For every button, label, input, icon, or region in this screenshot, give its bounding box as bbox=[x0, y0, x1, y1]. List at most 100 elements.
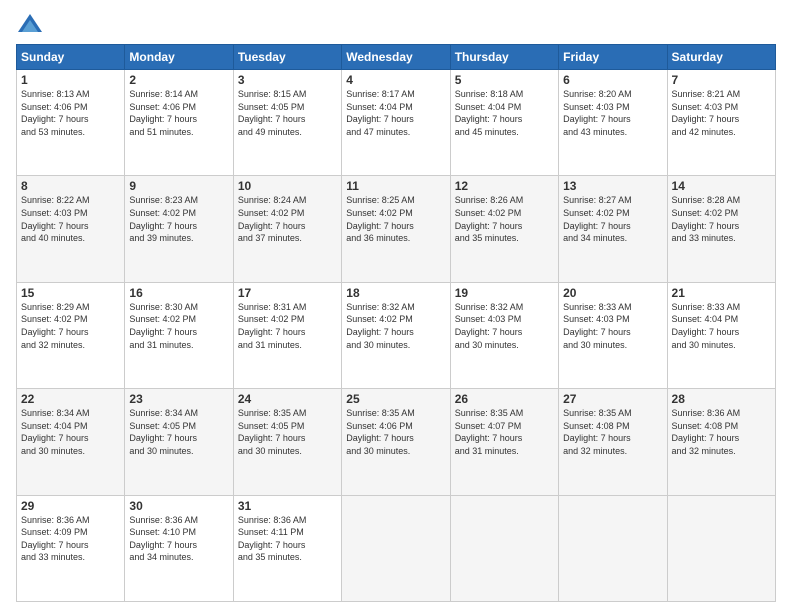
logo-icon bbox=[16, 12, 44, 36]
calendar-day-4: 4Sunrise: 8:17 AMSunset: 4:04 PMDaylight… bbox=[342, 70, 450, 176]
day-info-27: Sunrise: 8:35 AMSunset: 4:08 PMDaylight:… bbox=[563, 407, 662, 457]
calendar-day-21: 21Sunrise: 8:33 AMSunset: 4:04 PMDayligh… bbox=[667, 282, 775, 388]
day-info-10: Sunrise: 8:24 AMSunset: 4:02 PMDaylight:… bbox=[238, 194, 337, 244]
day-number-16: 16 bbox=[129, 286, 228, 300]
day-number-1: 1 bbox=[21, 73, 120, 87]
day-info-5: Sunrise: 8:18 AMSunset: 4:04 PMDaylight:… bbox=[455, 88, 554, 138]
calendar-week-3: 15Sunrise: 8:29 AMSunset: 4:02 PMDayligh… bbox=[17, 282, 776, 388]
calendar-day-17: 17Sunrise: 8:31 AMSunset: 4:02 PMDayligh… bbox=[233, 282, 341, 388]
calendar-day-14: 14Sunrise: 8:28 AMSunset: 4:02 PMDayligh… bbox=[667, 176, 775, 282]
day-number-6: 6 bbox=[563, 73, 662, 87]
day-number-5: 5 bbox=[455, 73, 554, 87]
day-info-2: Sunrise: 8:14 AMSunset: 4:06 PMDaylight:… bbox=[129, 88, 228, 138]
day-info-19: Sunrise: 8:32 AMSunset: 4:03 PMDaylight:… bbox=[455, 301, 554, 351]
empty-cell bbox=[559, 495, 667, 601]
day-number-22: 22 bbox=[21, 392, 120, 406]
day-number-12: 12 bbox=[455, 179, 554, 193]
calendar-table: SundayMondayTuesdayWednesdayThursdayFrid… bbox=[16, 44, 776, 602]
calendar-day-24: 24Sunrise: 8:35 AMSunset: 4:05 PMDayligh… bbox=[233, 389, 341, 495]
header bbox=[16, 12, 776, 36]
calendar-week-2: 8Sunrise: 8:22 AMSunset: 4:03 PMDaylight… bbox=[17, 176, 776, 282]
calendar-day-5: 5Sunrise: 8:18 AMSunset: 4:04 PMDaylight… bbox=[450, 70, 558, 176]
calendar-day-18: 18Sunrise: 8:32 AMSunset: 4:02 PMDayligh… bbox=[342, 282, 450, 388]
calendar-day-11: 11Sunrise: 8:25 AMSunset: 4:02 PMDayligh… bbox=[342, 176, 450, 282]
calendar-day-9: 9Sunrise: 8:23 AMSunset: 4:02 PMDaylight… bbox=[125, 176, 233, 282]
calendar-day-20: 20Sunrise: 8:33 AMSunset: 4:03 PMDayligh… bbox=[559, 282, 667, 388]
calendar-day-29: 29Sunrise: 8:36 AMSunset: 4:09 PMDayligh… bbox=[17, 495, 125, 601]
day-info-1: Sunrise: 8:13 AMSunset: 4:06 PMDaylight:… bbox=[21, 88, 120, 138]
day-number-19: 19 bbox=[455, 286, 554, 300]
calendar-day-16: 16Sunrise: 8:30 AMSunset: 4:02 PMDayligh… bbox=[125, 282, 233, 388]
day-number-23: 23 bbox=[129, 392, 228, 406]
day-number-10: 10 bbox=[238, 179, 337, 193]
calendar-week-5: 29Sunrise: 8:36 AMSunset: 4:09 PMDayligh… bbox=[17, 495, 776, 601]
weekday-header-friday: Friday bbox=[559, 45, 667, 70]
calendar-header-row: SundayMondayTuesdayWednesdayThursdayFrid… bbox=[17, 45, 776, 70]
day-info-9: Sunrise: 8:23 AMSunset: 4:02 PMDaylight:… bbox=[129, 194, 228, 244]
day-number-3: 3 bbox=[238, 73, 337, 87]
day-number-29: 29 bbox=[21, 499, 120, 513]
empty-cell bbox=[342, 495, 450, 601]
calendar-day-15: 15Sunrise: 8:29 AMSunset: 4:02 PMDayligh… bbox=[17, 282, 125, 388]
calendar-day-22: 22Sunrise: 8:34 AMSunset: 4:04 PMDayligh… bbox=[17, 389, 125, 495]
weekday-header-sunday: Sunday bbox=[17, 45, 125, 70]
day-info-16: Sunrise: 8:30 AMSunset: 4:02 PMDaylight:… bbox=[129, 301, 228, 351]
weekday-header-thursday: Thursday bbox=[450, 45, 558, 70]
day-number-15: 15 bbox=[21, 286, 120, 300]
day-number-9: 9 bbox=[129, 179, 228, 193]
day-number-31: 31 bbox=[238, 499, 337, 513]
day-info-22: Sunrise: 8:34 AMSunset: 4:04 PMDaylight:… bbox=[21, 407, 120, 457]
day-info-6: Sunrise: 8:20 AMSunset: 4:03 PMDaylight:… bbox=[563, 88, 662, 138]
calendar-day-8: 8Sunrise: 8:22 AMSunset: 4:03 PMDaylight… bbox=[17, 176, 125, 282]
day-number-21: 21 bbox=[672, 286, 771, 300]
day-info-15: Sunrise: 8:29 AMSunset: 4:02 PMDaylight:… bbox=[21, 301, 120, 351]
calendar-week-4: 22Sunrise: 8:34 AMSunset: 4:04 PMDayligh… bbox=[17, 389, 776, 495]
day-info-11: Sunrise: 8:25 AMSunset: 4:02 PMDaylight:… bbox=[346, 194, 445, 244]
day-number-24: 24 bbox=[238, 392, 337, 406]
calendar-day-28: 28Sunrise: 8:36 AMSunset: 4:08 PMDayligh… bbox=[667, 389, 775, 495]
day-info-18: Sunrise: 8:32 AMSunset: 4:02 PMDaylight:… bbox=[346, 301, 445, 351]
day-number-25: 25 bbox=[346, 392, 445, 406]
calendar-day-31: 31Sunrise: 8:36 AMSunset: 4:11 PMDayligh… bbox=[233, 495, 341, 601]
day-number-18: 18 bbox=[346, 286, 445, 300]
weekday-header-tuesday: Tuesday bbox=[233, 45, 341, 70]
calendar-day-26: 26Sunrise: 8:35 AMSunset: 4:07 PMDayligh… bbox=[450, 389, 558, 495]
day-number-11: 11 bbox=[346, 179, 445, 193]
calendar-day-27: 27Sunrise: 8:35 AMSunset: 4:08 PMDayligh… bbox=[559, 389, 667, 495]
weekday-header-monday: Monday bbox=[125, 45, 233, 70]
day-number-20: 20 bbox=[563, 286, 662, 300]
calendar-day-1: 1Sunrise: 8:13 AMSunset: 4:06 PMDaylight… bbox=[17, 70, 125, 176]
day-number-26: 26 bbox=[455, 392, 554, 406]
day-number-2: 2 bbox=[129, 73, 228, 87]
day-info-28: Sunrise: 8:36 AMSunset: 4:08 PMDaylight:… bbox=[672, 407, 771, 457]
calendar-day-7: 7Sunrise: 8:21 AMSunset: 4:03 PMDaylight… bbox=[667, 70, 775, 176]
empty-cell bbox=[667, 495, 775, 601]
day-number-8: 8 bbox=[21, 179, 120, 193]
day-info-3: Sunrise: 8:15 AMSunset: 4:05 PMDaylight:… bbox=[238, 88, 337, 138]
day-info-13: Sunrise: 8:27 AMSunset: 4:02 PMDaylight:… bbox=[563, 194, 662, 244]
calendar-day-12: 12Sunrise: 8:26 AMSunset: 4:02 PMDayligh… bbox=[450, 176, 558, 282]
day-info-7: Sunrise: 8:21 AMSunset: 4:03 PMDaylight:… bbox=[672, 88, 771, 138]
weekday-header-saturday: Saturday bbox=[667, 45, 775, 70]
day-number-13: 13 bbox=[563, 179, 662, 193]
day-info-8: Sunrise: 8:22 AMSunset: 4:03 PMDaylight:… bbox=[21, 194, 120, 244]
day-number-30: 30 bbox=[129, 499, 228, 513]
day-number-17: 17 bbox=[238, 286, 337, 300]
day-info-17: Sunrise: 8:31 AMSunset: 4:02 PMDaylight:… bbox=[238, 301, 337, 351]
day-info-23: Sunrise: 8:34 AMSunset: 4:05 PMDaylight:… bbox=[129, 407, 228, 457]
page: SundayMondayTuesdayWednesdayThursdayFrid… bbox=[0, 0, 792, 612]
day-info-31: Sunrise: 8:36 AMSunset: 4:11 PMDaylight:… bbox=[238, 514, 337, 564]
day-number-7: 7 bbox=[672, 73, 771, 87]
day-info-29: Sunrise: 8:36 AMSunset: 4:09 PMDaylight:… bbox=[21, 514, 120, 564]
calendar-day-13: 13Sunrise: 8:27 AMSunset: 4:02 PMDayligh… bbox=[559, 176, 667, 282]
day-info-25: Sunrise: 8:35 AMSunset: 4:06 PMDaylight:… bbox=[346, 407, 445, 457]
logo bbox=[16, 12, 48, 36]
day-number-28: 28 bbox=[672, 392, 771, 406]
calendar-day-23: 23Sunrise: 8:34 AMSunset: 4:05 PMDayligh… bbox=[125, 389, 233, 495]
day-info-20: Sunrise: 8:33 AMSunset: 4:03 PMDaylight:… bbox=[563, 301, 662, 351]
empty-cell bbox=[450, 495, 558, 601]
calendar-day-25: 25Sunrise: 8:35 AMSunset: 4:06 PMDayligh… bbox=[342, 389, 450, 495]
calendar-day-30: 30Sunrise: 8:36 AMSunset: 4:10 PMDayligh… bbox=[125, 495, 233, 601]
day-info-30: Sunrise: 8:36 AMSunset: 4:10 PMDaylight:… bbox=[129, 514, 228, 564]
day-info-21: Sunrise: 8:33 AMSunset: 4:04 PMDaylight:… bbox=[672, 301, 771, 351]
